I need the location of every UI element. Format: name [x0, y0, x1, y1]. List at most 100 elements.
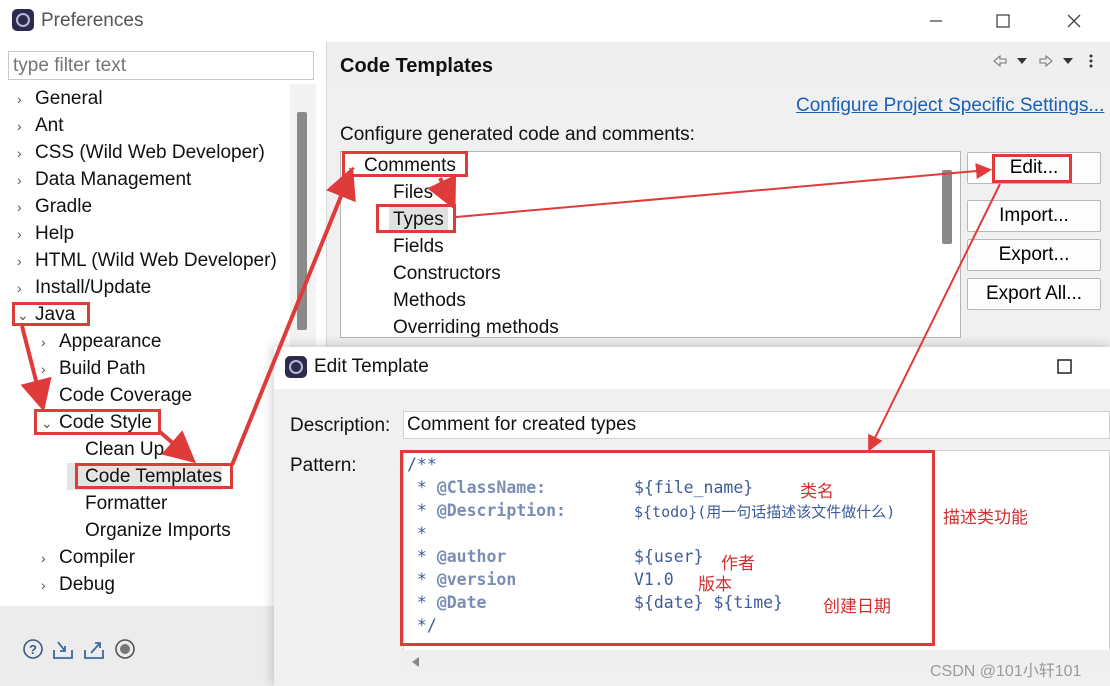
tree-item-compiler[interactable]: › Compiler [41, 544, 135, 571]
maximize-icon[interactable] [1056, 358, 1074, 376]
tree-item-label: Code Templates [85, 466, 222, 487]
back-icon[interactable] [993, 54, 1007, 68]
pattern-value: ${todo}(用一句话描述该文件做什么) [634, 503, 896, 521]
window-title: Preferences [41, 10, 144, 31]
eclipse-icon [285, 356, 307, 378]
tree-item-debug[interactable]: › Debug [41, 571, 115, 598]
tree-item-label: Organize Imports [85, 520, 231, 541]
pattern-line: * [407, 524, 427, 543]
annotation-description: 描述类功能 [943, 508, 1028, 528]
tree-item-label: Java [35, 304, 76, 325]
tree-item-constructors[interactable]: Constructors [393, 260, 501, 287]
tree-item-install-update[interactable]: › Install/Update [17, 274, 151, 301]
collapse-icon[interactable]: ⌄ [346, 153, 364, 180]
tree-item-label: HTML (Wild Web Developer) [35, 250, 277, 271]
project-settings-link[interactable]: Configure Project Specific Settings... [796, 95, 1104, 117]
pattern-line: * @version [407, 570, 517, 589]
tree-item-build-path[interactable]: › Build Path [41, 355, 146, 382]
expand-icon[interactable]: › [17, 113, 35, 140]
export-icon[interactable] [83, 638, 105, 660]
tree-item-general[interactable]: › General [17, 85, 103, 112]
scroll-left-icon[interactable] [409, 655, 423, 669]
pattern-value: ${file_name} [634, 478, 754, 497]
window-titlebar: Preferences [0, 0, 1110, 42]
chevron-down-icon[interactable] [1017, 58, 1027, 64]
tree-item-fields[interactable]: Fields [393, 233, 444, 260]
pattern-line: /** [407, 455, 437, 474]
annotation-version: 版本 [698, 575, 732, 595]
maximize-icon[interactable] [981, 4, 1025, 38]
expand-icon[interactable]: › [41, 572, 59, 599]
page-title: Code Templates [340, 55, 493, 77]
tree-item-label: Ant [35, 115, 64, 136]
tree-scroll-thumb[interactable] [297, 112, 307, 330]
tree-item-code-style[interactable]: ⌄ Code Style [41, 409, 152, 436]
expand-icon[interactable]: › [41, 329, 59, 356]
tree-item-label: Debug [59, 574, 115, 595]
tree-item-css[interactable]: › CSS (Wild Web Developer) [17, 139, 265, 166]
tree-item-label: Clean Up [85, 439, 165, 460]
expand-icon[interactable]: › [17, 86, 35, 113]
tree-item-types[interactable]: Types [389, 206, 448, 233]
tree-item-label: CSS (Wild Web Developer) [35, 142, 265, 163]
tree-item-label: Code Coverage [59, 385, 193, 406]
tree-item-label: General [35, 88, 103, 109]
edit-button[interactable]: Edit... [967, 152, 1101, 184]
export-button[interactable]: Export... [967, 239, 1101, 271]
expand-icon[interactable]: › [41, 356, 59, 383]
tree-item-code-templates[interactable]: Code Templates [67, 463, 222, 490]
tree-item-java[interactable]: ⌄ Java [17, 301, 75, 328]
tree-item-label: Formatter [85, 493, 168, 514]
tree-item-clean-up[interactable]: Clean Up [67, 436, 164, 463]
arrow-code-style-to-templates [158, 430, 197, 464]
arrow-java-to-code-style [20, 325, 52, 412]
expand-icon[interactable]: › [17, 194, 35, 221]
template-tree-scroll-thumb[interactable] [942, 170, 952, 244]
annotation-date: 创建日期 [823, 597, 891, 617]
eclipse-icon [12, 9, 34, 31]
collapse-icon[interactable]: ⌄ [17, 302, 35, 329]
tree-item-data-management[interactable]: › Data Management [17, 166, 191, 193]
tree-item-label: Compiler [59, 547, 136, 568]
tree-item-label: Code Style [59, 412, 152, 433]
collapse-icon[interactable]: ⌄ [41, 410, 59, 437]
filter-input[interactable] [8, 51, 314, 80]
expand-icon[interactable]: › [17, 248, 35, 275]
expand-icon[interactable]: › [41, 545, 59, 572]
page-nav-icons [993, 54, 1093, 68]
tree-item-formatter[interactable]: Formatter [67, 490, 167, 517]
tree-item-ant[interactable]: › Ant [17, 112, 64, 139]
expand-icon[interactable]: › [17, 221, 35, 248]
tree-item-html[interactable]: › HTML (Wild Web Developer) [17, 247, 277, 274]
dialog-title: Edit Template [314, 356, 429, 377]
tree-item-gradle[interactable]: › Gradle [17, 193, 92, 220]
import-button[interactable]: Import... [967, 200, 1101, 232]
pattern-value: ${date} ${time} [634, 593, 784, 612]
tree-item-code-coverage[interactable]: Code Coverage [41, 382, 192, 409]
expand-icon[interactable]: › [17, 140, 35, 167]
help-icon[interactable]: ? [22, 638, 44, 660]
chevron-down-icon[interactable] [1063, 58, 1073, 64]
tree-item-methods[interactable]: Methods [393, 287, 466, 314]
expand-icon[interactable]: › [17, 167, 35, 194]
close-icon[interactable] [1052, 4, 1096, 38]
export-all-button[interactable]: Export All... [967, 278, 1101, 310]
tree-item-overriding-methods[interactable]: Overriding methods [393, 314, 559, 341]
import-icon[interactable] [52, 638, 74, 660]
oomph-icon[interactable] [114, 638, 136, 660]
expand-icon[interactable]: › [17, 275, 35, 302]
tree-item-label: Install/Update [35, 277, 152, 298]
tree-item-comments[interactable]: ⌄ Comments [346, 152, 456, 179]
tree-item-files[interactable]: Files [393, 179, 433, 206]
tree-item-appearance[interactable]: › Appearance [41, 328, 161, 355]
tree-item-label: Build Path [59, 358, 146, 379]
forward-icon[interactable] [1039, 54, 1053, 68]
tree-item-help[interactable]: › Help [17, 220, 74, 247]
description-field[interactable]: Comment for created types [403, 411, 1110, 439]
minimize-icon[interactable] [914, 4, 958, 38]
annotation-class-name: 类名 [800, 482, 834, 502]
pattern-line: * @Description: [407, 501, 566, 520]
view-menu-icon[interactable] [1089, 54, 1093, 68]
tree-item-label: Data Management [35, 169, 192, 190]
tree-item-organize-imports[interactable]: Organize Imports [67, 517, 231, 544]
